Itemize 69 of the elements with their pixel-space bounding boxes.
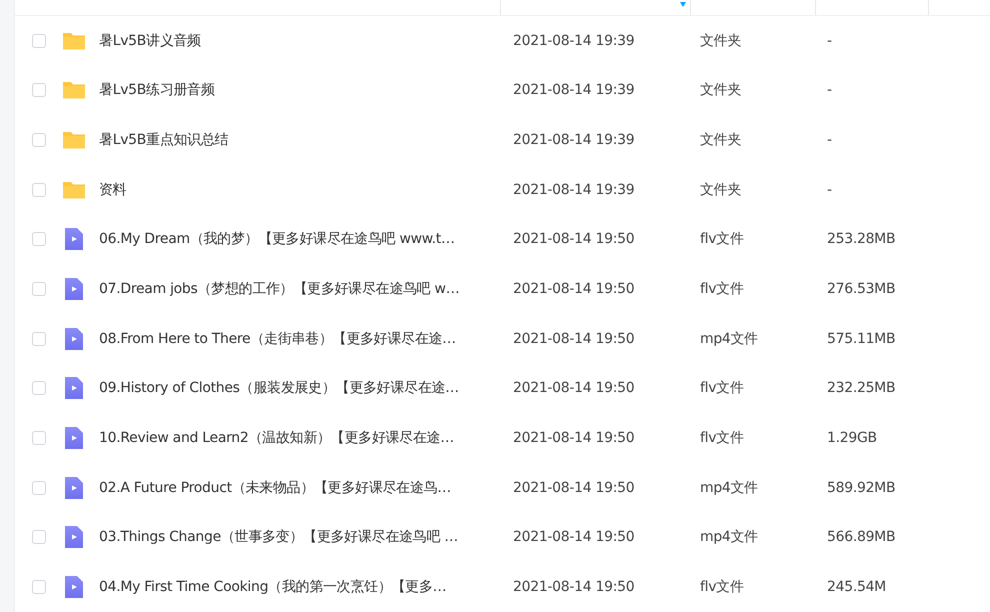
file-size: 575.11MB	[827, 330, 896, 347]
file-name[interactable]: 03.Things Change（世事多变）【更多好课尽在途鸟吧 …	[99, 528, 513, 546]
video-file-icon	[62, 277, 86, 302]
checkbox[interactable]	[32, 332, 46, 346]
file-type: 文件夹	[700, 32, 742, 50]
video-file-icon	[62, 326, 86, 351]
checkbox[interactable]	[32, 232, 46, 246]
file-type: flv文件	[700, 379, 745, 398]
file-type: mp4文件	[700, 478, 759, 497]
checkbox[interactable]	[32, 83, 46, 98]
checkbox[interactable]	[32, 381, 46, 396]
modified-time: 2021-08-14 19:39	[513, 182, 636, 198]
file-size: 589.92MB	[827, 480, 896, 496]
file-name[interactable]: 07.Dream jobs（梦想的工作）【更多好课尽在途鸟吧 w…	[99, 280, 513, 298]
modified-time: 2021-08-14 19:39	[513, 32, 636, 49]
modified-time: 2021-08-14 19:39	[513, 132, 636, 148]
file-size: -	[827, 32, 833, 49]
video-file-icon	[62, 476, 86, 500]
file-type: flv文件	[700, 429, 745, 448]
checkbox[interactable]	[32, 182, 46, 197]
file-name[interactable]: 10.Review and Learn2（温故知新）【更多好课尽在途…	[99, 429, 513, 448]
checkbox[interactable]	[32, 530, 46, 544]
file-size: 566.89MB	[827, 529, 896, 546]
file-name[interactable]: 06.My Dream（我的梦）【更多好课尽在途鸟吧 www.t…	[99, 230, 513, 248]
checkbox[interactable]	[32, 133, 46, 148]
modified-time: 2021-08-14 19:39	[513, 82, 636, 98]
checkbox[interactable]	[32, 431, 46, 446]
video-file-icon	[62, 525, 86, 550]
file-type: 文件夹	[700, 180, 742, 199]
file-type: 文件夹	[700, 131, 742, 150]
file-type: mp4文件	[700, 528, 759, 546]
file-type: flv文件	[700, 280, 745, 298]
video-file-icon	[62, 575, 86, 600]
modified-time: 2021-08-14 19:50	[513, 281, 636, 298]
file-name[interactable]: 02.A Future Product（未来物品）【更多好课尽在途鸟…	[99, 478, 513, 497]
file-size: -	[827, 82, 833, 98]
file-name[interactable]: 暑Lv5B练习册音频	[99, 81, 513, 100]
checkbox[interactable]	[32, 34, 46, 48]
file-size: 1.29GB	[827, 430, 878, 446]
file-size: 232.25MB	[827, 380, 896, 396]
file-name[interactable]: 08.From Here to There（走街串巷）【更多好课尽在途…	[99, 330, 513, 348]
modified-time: 2021-08-14 19:50	[513, 579, 636, 596]
file-name[interactable]: 资料	[99, 180, 513, 199]
modified-time: 2021-08-14 19:50	[513, 231, 636, 248]
file-type: flv文件	[700, 230, 745, 248]
file-size: -	[827, 132, 833, 148]
file-name[interactable]: 暑Lv5B重点知识总结	[99, 131, 513, 150]
modified-time: 2021-08-14 19:50	[513, 430, 636, 446]
modified-time: 2021-08-14 19:50	[513, 529, 636, 546]
file-type: 文件夹	[700, 81, 742, 100]
file-type: flv文件	[700, 578, 745, 596]
file-size: 253.28MB	[827, 231, 896, 248]
file-name[interactable]: 09.History of Clothes（服装发展史）【更多好课尽在途…	[99, 379, 513, 398]
video-file-icon	[62, 376, 86, 400]
modified-time: 2021-08-14 19:50	[513, 380, 636, 396]
file-type: mp4文件	[700, 330, 759, 348]
modified-time: 2021-08-14 19:50	[513, 330, 636, 347]
file-size: 276.53MB	[827, 281, 896, 298]
sort-icon[interactable]	[680, 2, 686, 7]
checkbox[interactable]	[32, 580, 46, 594]
file-name[interactable]: 暑Lv5B讲义音频	[99, 32, 513, 50]
file-size: -	[827, 182, 833, 198]
file-size: 245.54M	[827, 579, 887, 596]
video-file-icon	[62, 426, 86, 450]
video-file-icon	[62, 227, 86, 252]
modified-time: 2021-08-14 19:50	[513, 480, 636, 496]
checkbox[interactable]	[32, 480, 46, 495]
file-name[interactable]: 04.My First Time Cooking（我的第一次烹饪）【更多…	[99, 578, 513, 596]
checkbox[interactable]	[32, 282, 46, 296]
